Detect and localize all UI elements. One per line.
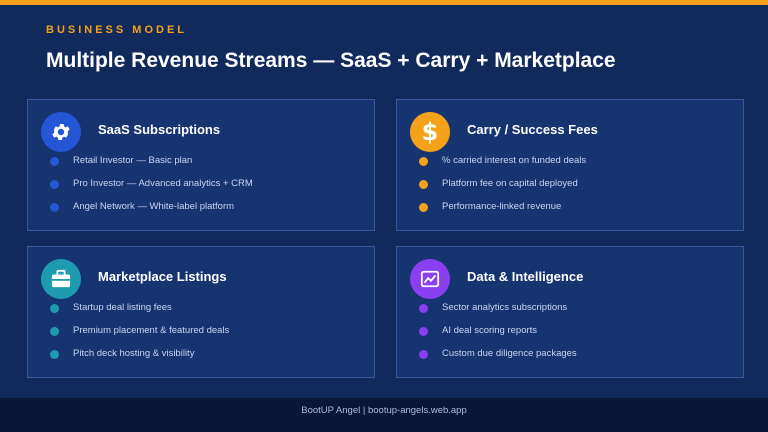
list-item: Platform fee on capital deployed: [397, 177, 743, 191]
list-item-text: Startup deal listing fees: [73, 302, 172, 313]
list-item-text: Premium placement & featured deals: [73, 325, 230, 336]
bullet-dot: [50, 327, 59, 336]
bullet-dot: [419, 203, 428, 212]
card-title: Marketplace Listings: [98, 269, 227, 284]
bullet-dot: [419, 180, 428, 189]
card-saas-subscriptions: SaaS Subscriptions Retail Investor — Bas…: [27, 99, 375, 231]
list-item-text: Performance-linked revenue: [442, 201, 562, 212]
list-item-text: % carried interest on funded deals: [442, 155, 587, 166]
dollar-icon: $: [410, 112, 450, 152]
briefcase-icon: [41, 259, 81, 299]
bullet-dot: [419, 157, 428, 166]
bullet-dot: [50, 203, 59, 212]
bullet-dot: [50, 180, 59, 189]
gear-icon: [41, 112, 81, 152]
list-item: AI deal scoring reports: [397, 324, 743, 338]
card-carry-success-fees: $ Carry / Success Fees % carried interes…: [396, 99, 744, 231]
slide-title: Multiple Revenue Streams — SaaS + Carry …: [46, 49, 616, 72]
footer: BootUP Angel | bootup-angels.web.app: [0, 398, 768, 432]
list-item-text: Custom due diligence packages: [442, 348, 577, 359]
bullet-dot: [50, 157, 59, 166]
list-item: Retail Investor — Basic plan: [28, 154, 374, 168]
accent-bar: [0, 0, 768, 5]
bullet-dot: [419, 350, 428, 359]
card-title: SaaS Subscriptions: [98, 122, 221, 137]
bullet-dot: [419, 327, 428, 336]
list-item: Custom due diligence packages: [397, 347, 743, 361]
card-title: Carry / Success Fees: [467, 122, 598, 137]
bullet-dot: [50, 304, 59, 313]
section-kicker: BUSINESS MODEL: [46, 24, 188, 36]
list-item: Startup deal listing fees: [28, 301, 374, 315]
list-item: Pitch deck hosting & visibility: [28, 347, 374, 361]
list-item: Performance-linked revenue: [397, 200, 743, 214]
list-item-text: Retail Investor — Basic plan: [73, 155, 193, 166]
list-item-text: Platform fee on capital deployed: [442, 178, 578, 189]
list-item-text: Pitch deck hosting & visibility: [73, 348, 195, 359]
list-item: Premium placement & featured deals: [28, 324, 374, 338]
list-item-text: AI deal scoring reports: [442, 325, 538, 336]
list-item: Pro Investor — Advanced analytics + CRM: [28, 177, 374, 191]
card-title: Data & Intelligence: [467, 269, 584, 284]
chart-icon: [410, 259, 450, 299]
bullet-dot: [50, 350, 59, 359]
list-item: Sector analytics subscriptions: [397, 301, 743, 315]
bullet-dot: [419, 304, 428, 313]
list-item-text: Sector analytics subscriptions: [442, 302, 568, 313]
list-item-text: Pro Investor — Advanced analytics + CRM: [73, 178, 253, 189]
list-item: Angel Network — White-label platform: [28, 200, 374, 214]
card-data-intelligence: Data & Intelligence Sector analytics sub…: [396, 246, 744, 378]
card-marketplace-listings: Marketplace Listings Startup deal listin…: [27, 246, 375, 378]
list-item-text: Angel Network — White-label platform: [73, 201, 235, 212]
list-item: % carried interest on funded deals: [397, 154, 743, 168]
